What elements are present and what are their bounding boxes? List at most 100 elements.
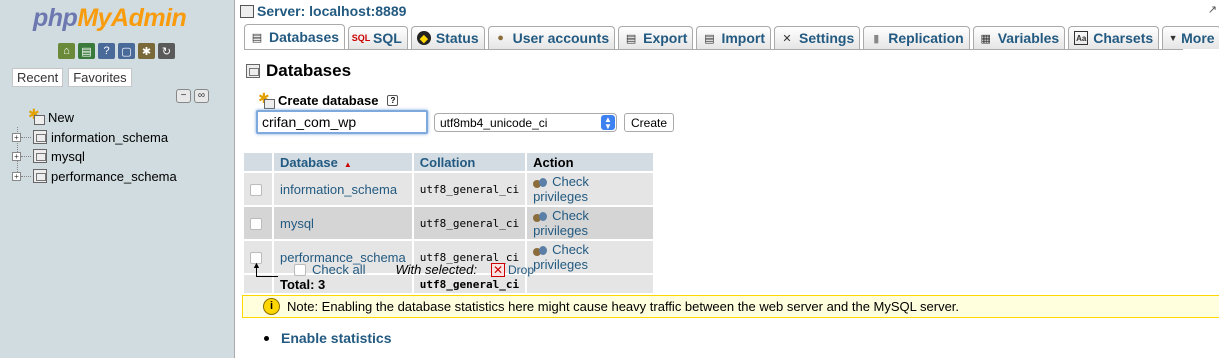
- header-database-label: Database: [280, 154, 338, 170]
- expand-icon[interactable]: +: [12, 132, 21, 142]
- recent-tab[interactable]: Recent: [12, 68, 64, 87]
- total-empty-cell: [244, 275, 272, 293]
- reload-icon[interactable]: ↻: [158, 43, 175, 59]
- charsets-icon: Aa: [1074, 31, 1089, 45]
- bulk-actions: ▲ Check all With selected: ✕ Drop: [252, 260, 535, 278]
- collation-value: utf8mb4_unicode_ci: [440, 115, 548, 130]
- header-collation-label: Collation: [419, 154, 476, 170]
- logo-myadmin-text: MyAdmin: [77, 4, 187, 32]
- row-checkbox[interactable]: [250, 218, 262, 231]
- breadcrumb[interactable]: Server: localhost:8889: [240, 3, 406, 19]
- tab-label: Import: [721, 30, 766, 46]
- privileges-icon: [533, 245, 548, 257]
- create-database-label: Create database: [278, 93, 379, 108]
- create-button[interactable]: Create: [624, 113, 675, 132]
- tab-export[interactable]: ▤ Export: [618, 26, 694, 49]
- tab-databases[interactable]: ▤ Databases: [244, 24, 346, 49]
- phpmyadmin-logo[interactable]: phpMyAdmin: [33, 4, 187, 33]
- drop-button[interactable]: ✕ Drop: [491, 262, 535, 277]
- logo-php-text: php: [33, 4, 78, 32]
- tab-charsets[interactable]: Aa Charsets: [1068, 26, 1160, 49]
- tab-label: User accounts: [512, 30, 610, 46]
- favorites-tab[interactable]: Favorites: [68, 68, 132, 87]
- replication-icon: ▮: [873, 32, 880, 45]
- tab-user-accounts[interactable]: ● User accounts: [487, 26, 616, 49]
- tab-more[interactable]: ▼ More: [1162, 26, 1219, 49]
- tree-item-performance-schema[interactable]: + performance_schema: [12, 167, 177, 185]
- database-cell: information_schema: [274, 173, 412, 205]
- tab-label: Replication: [888, 30, 964, 46]
- info-icon: i: [263, 298, 280, 315]
- collapse-all-icon[interactable]: −: [176, 89, 191, 103]
- caret-down-icon: ▼: [1168, 33, 1178, 43]
- database-link[interactable]: information_schema: [280, 182, 397, 197]
- settings-icon[interactable]: ✱: [138, 43, 155, 59]
- tab-settings[interactable]: ✕ Settings: [774, 26, 861, 49]
- import-icon: ▤: [704, 32, 715, 45]
- database-icon: [33, 169, 47, 183]
- collation-select[interactable]: utf8mb4_unicode_ci ▲ ▼: [434, 113, 617, 132]
- tree-item-mysql[interactable]: + mysql: [12, 147, 85, 165]
- table-row: mysql utf8_general_ci Check privileges: [244, 207, 654, 239]
- drop-label: Drop: [508, 262, 535, 277]
- collation-cell: utf8_general_ci: [413, 207, 526, 239]
- check-all-checkbox[interactable]: [294, 263, 306, 276]
- collapse-icon[interactable]: ↗: [1208, 3, 1217, 16]
- enable-statistics-item: Enable statistics: [264, 330, 392, 346]
- tree-item-information-schema[interactable]: + information_schema: [12, 128, 168, 146]
- tree-item-new[interactable]: New: [28, 106, 74, 126]
- link-with-main-icon[interactable]: ∞: [194, 89, 209, 103]
- tab-label: Settings: [799, 30, 855, 46]
- database-name-input[interactable]: [256, 110, 428, 134]
- database-icon: [33, 149, 47, 163]
- expand-icon[interactable]: +: [12, 171, 21, 181]
- help-icon[interactable]: ▢: [118, 43, 135, 59]
- header-checkbox-cell: [244, 153, 272, 171]
- row-checkbox[interactable]: [250, 184, 262, 197]
- page-title: Databases: [246, 61, 351, 81]
- tabs-divider: [244, 49, 1183, 50]
- page-title-text: Databases: [266, 61, 352, 80]
- check-all-label[interactable]: Check all: [312, 262, 365, 277]
- tab-sql[interactable]: SQL SQL: [348, 26, 408, 49]
- tree-item-label: information_schema: [51, 129, 169, 145]
- export-icon: ▤: [625, 32, 637, 45]
- action-cell: Check privileges: [527, 173, 654, 205]
- tab-import[interactable]: ▤ Import: [696, 26, 772, 49]
- header-action-label: Action: [533, 154, 574, 170]
- row-checkbox-cell: [244, 173, 272, 205]
- settings-icon: ✕: [782, 32, 792, 45]
- database-icon: ▤: [251, 31, 263, 44]
- database-link[interactable]: mysql: [280, 216, 314, 231]
- server-label: Server: localhost:8889: [257, 3, 407, 19]
- home-icon[interactable]: ⌂: [58, 43, 75, 59]
- header-database[interactable]: Database ▲: [274, 153, 412, 171]
- header-action: Action: [527, 153, 654, 171]
- sql-icon: SQL: [351, 33, 371, 43]
- header-collation[interactable]: Collation: [413, 153, 526, 171]
- tab-label: SQL: [373, 30, 402, 46]
- tree-branch: [21, 175, 31, 177]
- docs-icon[interactable]: ?: [98, 43, 115, 59]
- new-database-icon: [28, 106, 45, 125]
- variables-icon: ▦: [980, 32, 991, 45]
- collation-cell: utf8_general_ci: [413, 173, 526, 205]
- navigation-panel: phpMyAdmin ⌂ ▤ ? ▢ ✱ ↻ Recent Favorites …: [0, 0, 235, 358]
- database-icon: [33, 130, 47, 144]
- tab-label: Databases: [269, 29, 340, 45]
- help-icon[interactable]: ?: [387, 95, 399, 106]
- with-selected-label: With selected:: [395, 262, 477, 277]
- nav-icon-bar: ⌂ ▤ ? ▢ ✱ ↻: [58, 43, 175, 59]
- total-action-cell: [527, 275, 654, 293]
- exit-icon[interactable]: ▤: [78, 43, 95, 59]
- create-database-heading: Create database ?: [258, 90, 399, 109]
- new-database-icon: [258, 90, 275, 109]
- table-row: information_schema utf8_general_ci Check…: [244, 173, 654, 205]
- expand-icon[interactable]: +: [12, 151, 21, 161]
- tab-replication[interactable]: ▮ Replication: [863, 26, 970, 49]
- tree-item-label: mysql: [51, 148, 85, 164]
- tab-label: Charsets: [1093, 30, 1154, 46]
- tab-status[interactable]: ◆ Status: [410, 26, 485, 49]
- tab-variables[interactable]: ▦ Variables: [972, 26, 1066, 49]
- enable-statistics-link[interactable]: Enable statistics: [281, 330, 392, 346]
